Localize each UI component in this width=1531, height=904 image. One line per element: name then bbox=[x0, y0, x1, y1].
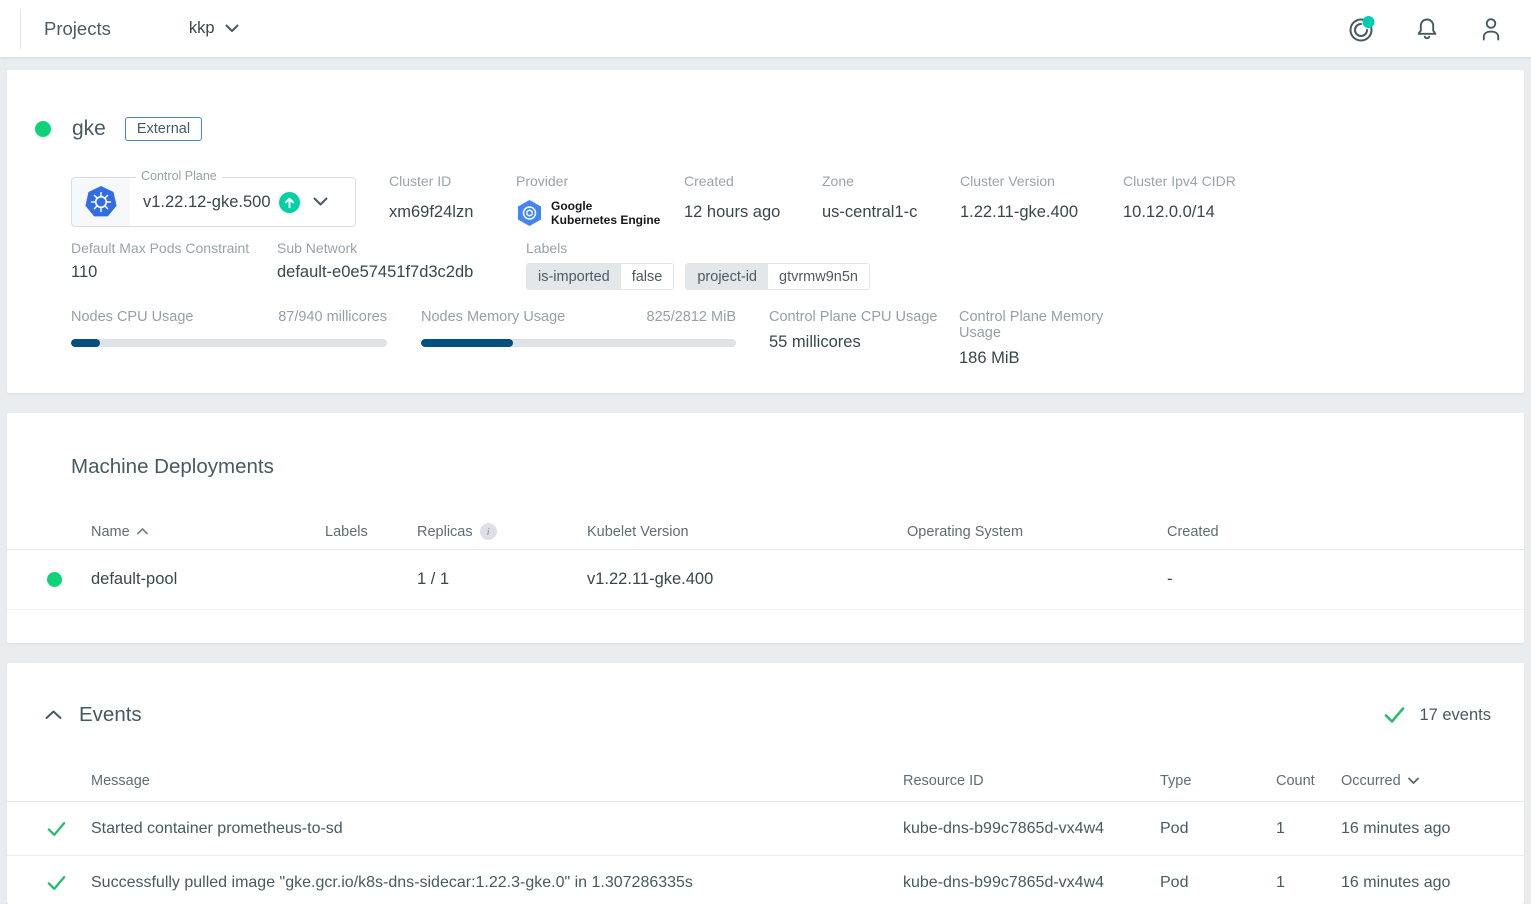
cpu-progress-bar bbox=[71, 339, 387, 347]
field-provider: Provider Google Kubernetes Engine bbox=[516, 173, 684, 227]
chevron-down-icon bbox=[313, 197, 328, 207]
nodes-cpu-usage: Nodes CPU Usage 87/940 millicores bbox=[71, 309, 387, 368]
control-plane-select[interactable]: Control Plane v1.22.12-gke.500 bbox=[71, 177, 356, 227]
upgrade-available-icon[interactable] bbox=[279, 192, 300, 213]
check-icon bbox=[1384, 705, 1405, 725]
gke-provider-icon bbox=[516, 199, 543, 227]
cluster-details-card: gke External Control Plane bbox=[7, 70, 1524, 393]
sort-asc-icon bbox=[137, 528, 148, 535]
top-bar: Projects kkp bbox=[0, 0, 1531, 57]
usage-row: Nodes CPU Usage 87/940 millicores Nodes … bbox=[7, 309, 1524, 368]
field-max-pods: Default Max Pods Constraint 110 bbox=[71, 240, 277, 290]
event-row: Started container prometheus-to-sd kube-… bbox=[7, 802, 1524, 856]
machine-deployments-header: Name Labels Replicas i Kubelet Version O… bbox=[7, 514, 1524, 550]
external-badge: External bbox=[125, 117, 202, 141]
md-status-dot bbox=[47, 572, 62, 587]
memory-progress-bar bbox=[421, 339, 736, 347]
topbar-divider bbox=[20, 9, 21, 49]
nav-projects-link[interactable]: Projects bbox=[44, 18, 111, 40]
project-selector[interactable]: kkp bbox=[189, 19, 239, 38]
events-header: Events 17 events bbox=[7, 663, 1524, 727]
events-summary: 17 events bbox=[1384, 705, 1491, 725]
control-plane-cpu-usage: Control Plane CPU Usage 55 millicores bbox=[769, 309, 959, 368]
sort-desc-icon bbox=[1408, 777, 1419, 784]
cluster-header: gke External bbox=[7, 70, 1524, 141]
cluster-info-row: Control Plane v1.22.12-gke.500 bbox=[7, 177, 1524, 227]
control-plane-version: v1.22.12-gke.500 bbox=[143, 193, 271, 212]
notification-badge-dot bbox=[1363, 16, 1375, 28]
events-title: Events bbox=[79, 703, 142, 727]
field-zone: Zone us-central1-c bbox=[822, 173, 960, 222]
events-card: Events 17 events Message Resource ID Typ… bbox=[7, 663, 1524, 904]
machine-deployments-card: Machine Deployments Name Labels Replicas… bbox=[7, 413, 1524, 643]
events-count: 17 events bbox=[1419, 706, 1491, 725]
label-chip: project-id gtvrmw9n5n bbox=[685, 263, 870, 290]
event-row: Successfully pulled image "gke.gcr.io/k8… bbox=[7, 856, 1524, 904]
project-name: kkp bbox=[189, 19, 215, 38]
nodes-memory-usage: Nodes Memory Usage 825/2812 MiB bbox=[421, 309, 736, 368]
check-icon bbox=[47, 820, 66, 838]
user-icon[interactable] bbox=[1477, 15, 1505, 43]
field-cluster-version: Cluster Version 1.22.11-gke.400 bbox=[960, 173, 1123, 222]
collapse-events-icon[interactable] bbox=[45, 710, 62, 720]
kubernetes-icon bbox=[72, 178, 130, 226]
events-table-header: Message Resource ID Type Count Occurred bbox=[7, 760, 1524, 802]
main-content: gke External Control Plane bbox=[0, 57, 1531, 904]
bell-icon[interactable] bbox=[1413, 15, 1441, 43]
sort-by-occurred[interactable]: Occurred bbox=[1341, 773, 1419, 789]
control-plane-label: Control Plane bbox=[136, 169, 222, 183]
field-cluster-cidr: Cluster Ipv4 CIDR 10.12.0.0/14 bbox=[1123, 173, 1524, 222]
check-icon bbox=[47, 874, 66, 892]
machine-deployment-row[interactable]: default-pool 1 / 1 v1.22.11-gke.400 - bbox=[7, 550, 1524, 610]
cluster-status-dot bbox=[35, 121, 51, 137]
field-cluster-id: Cluster ID xm69f24lzn bbox=[389, 173, 516, 222]
label-chip: is-imported false bbox=[526, 263, 674, 290]
topbar-actions bbox=[1347, 14, 1531, 44]
provider-name: Google Kubernetes Engine bbox=[551, 199, 660, 227]
field-labels: Labels is-imported false project-id gtvr… bbox=[526, 240, 881, 290]
field-created: Created 12 hours ago bbox=[684, 173, 822, 222]
help-icon[interactable] bbox=[1347, 14, 1377, 44]
cluster-name: gke bbox=[72, 117, 106, 141]
cluster-info-row2: Default Max Pods Constraint 110 Sub Netw… bbox=[7, 244, 1524, 290]
machine-deployments-title: Machine Deployments bbox=[7, 413, 1524, 479]
control-plane-memory-usage: Control Plane Memory Usage 186 MiB bbox=[959, 309, 1149, 368]
replicas-info-icon[interactable]: i bbox=[480, 523, 497, 540]
sort-by-name[interactable]: Name bbox=[91, 524, 148, 540]
field-sub-network: Sub Network default-e0e57451f7d3c2db bbox=[277, 240, 526, 290]
chevron-down-icon bbox=[225, 24, 239, 33]
